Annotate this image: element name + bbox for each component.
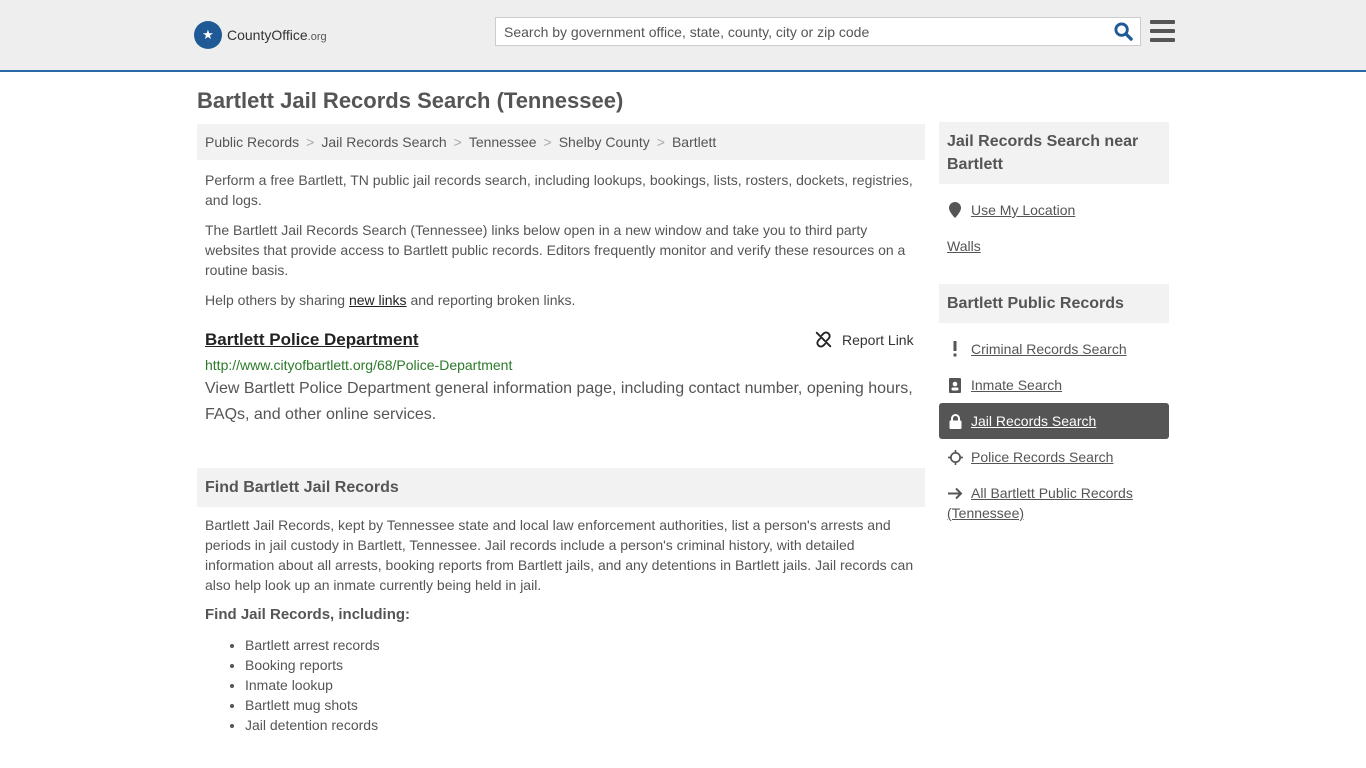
breadcrumb: Public Records > Jail Records Search > T… xyxy=(197,124,925,160)
sidebar-item-label[interactable]: Criminal Records Search xyxy=(971,339,1127,359)
top-header: ★ CountyOffice.org xyxy=(0,0,1366,72)
find-records-list: Bartlett arrest records Booking reports … xyxy=(245,635,380,735)
listing-description: View Bartlett Police Department general … xyxy=(205,380,913,423)
list-item: Bartlett arrest records xyxy=(245,635,380,655)
list-item: Booking reports xyxy=(245,655,380,675)
use-my-location-link[interactable]: Use My Location xyxy=(971,200,1075,220)
logo-main-text: CountyOffice xyxy=(227,27,308,43)
hamburger-menu-icon[interactable] xyxy=(1150,20,1175,42)
sidebar-item-jail-records[interactable]: Jail Records Search xyxy=(939,403,1169,439)
intro-paragraph-1: Perform a free Bartlett, TN public jail … xyxy=(205,172,913,208)
report-link-label: Report Link xyxy=(842,331,914,348)
sidebar-item-label[interactable]: Police Records Search xyxy=(971,447,1113,467)
site-logo[interactable]: ★ CountyOffice.org xyxy=(194,21,327,49)
sidebar-near-heading: Jail Records Search near Bartlett xyxy=(939,122,1169,184)
sidebar-records-heading: Bartlett Public Records xyxy=(939,284,1169,323)
intro-paragraph-2: The Bartlett Jail Records Search (Tennes… xyxy=(205,222,906,278)
sidebar-item-label[interactable]: Inmate Search xyxy=(971,375,1062,395)
search-icon xyxy=(1113,22,1133,41)
sidebar-item-all-public-records[interactable]: All Bartlett Public Records (Tennessee) xyxy=(939,483,1169,523)
intro-paragraph-3: Help others by sharing new links and rep… xyxy=(205,292,576,308)
search-input[interactable] xyxy=(496,18,1106,45)
nearby-walls-link[interactable]: Walls xyxy=(947,236,981,256)
breadcrumb-tennessee[interactable]: Tennessee xyxy=(469,134,537,150)
breadcrumb-jail-records-search[interactable]: Jail Records Search xyxy=(321,134,446,150)
eagle-seal-icon: ★ xyxy=(194,21,222,49)
broken-link-icon xyxy=(815,331,832,348)
new-links-link[interactable]: new links xyxy=(349,292,407,308)
breadcrumb-bartlett[interactable]: Bartlett xyxy=(672,134,716,150)
breadcrumb-separator: > xyxy=(543,134,552,150)
crosshair-icon xyxy=(947,447,963,467)
sidebar-item-police-records[interactable]: Police Records Search xyxy=(939,447,1169,467)
sidebar-item-inmate-search[interactable]: Inmate Search xyxy=(939,375,1169,395)
breadcrumb-separator: > xyxy=(453,134,462,150)
map-marker-icon xyxy=(947,200,963,220)
sidebar-item-criminal-records[interactable]: Criminal Records Search xyxy=(939,339,1169,359)
breadcrumb-public-records[interactable]: Public Records xyxy=(205,134,299,150)
lock-icon xyxy=(947,411,963,431)
sidebar-use-location[interactable]: Use My Location xyxy=(939,200,1169,220)
find-section-heading: Find Bartlett Jail Records xyxy=(197,468,925,507)
page-title: Bartlett Jail Records Search (Tennessee) xyxy=(197,88,624,113)
search-button[interactable] xyxy=(1106,18,1140,45)
breadcrumb-shelby-county[interactable]: Shelby County xyxy=(559,134,650,150)
list-item: Jail detention records xyxy=(245,715,380,735)
logo-org-text: .org xyxy=(307,31,327,43)
sidebar-nearby-walls[interactable]: Walls xyxy=(939,236,1169,256)
find-section-text: Bartlett Jail Records, kept by Tennessee… xyxy=(205,517,914,593)
listing-url: http://www.cityofbartlett.org/68/Police-… xyxy=(205,357,513,373)
report-link-button[interactable]: Report Link xyxy=(815,331,914,348)
search-bar xyxy=(495,17,1141,46)
find-section-subheading: Find Jail Records, including: xyxy=(205,606,411,623)
sidebar-item-label[interactable]: All Bartlett Public Records (Tennessee) xyxy=(947,485,1133,521)
listing-title-link[interactable]: Bartlett Police Department xyxy=(205,330,419,350)
breadcrumb-separator: > xyxy=(656,134,665,150)
sidebar-item-label[interactable]: Jail Records Search xyxy=(971,411,1096,431)
arrow-right-icon xyxy=(947,483,963,503)
id-badge-icon xyxy=(947,375,963,395)
breadcrumb-separator: > xyxy=(306,134,315,150)
list-item: Bartlett mug shots xyxy=(245,695,380,715)
list-item: Inmate lookup xyxy=(245,675,380,695)
exclamation-icon xyxy=(947,339,963,359)
